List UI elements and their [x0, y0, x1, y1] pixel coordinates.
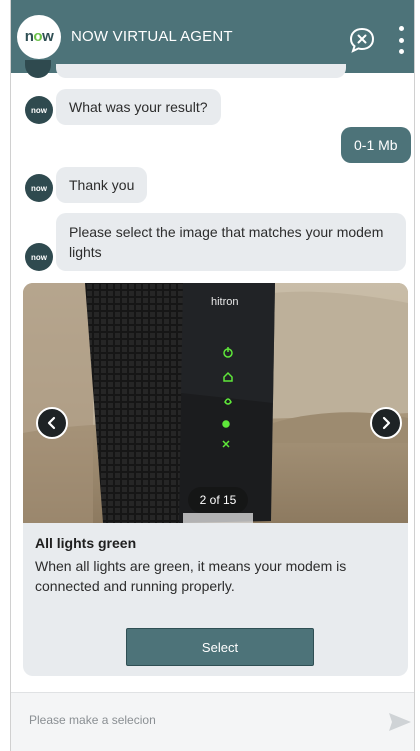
agent-message: What was your result? — [56, 89, 221, 125]
vertical-dots-icon[interactable] — [396, 26, 406, 54]
card-title: All lights green — [35, 535, 137, 551]
card-description: When all lights are green, it means your… — [35, 558, 347, 594]
header-title: NOW VIRTUAL AGENT — [71, 28, 233, 45]
select-button[interactable]: Select — [126, 628, 314, 666]
brand-label: hitron — [211, 296, 239, 308]
chat-window: now NOW VIRTUAL AGENT now What was your … — [10, 0, 415, 751]
agent-message: Please select the image that matches you… — [56, 213, 406, 271]
now-logo: now — [17, 14, 61, 59]
send-icon[interactable] — [388, 711, 412, 733]
agent-message: Thank you — [56, 167, 148, 203]
message-bubble — [56, 64, 346, 78]
chat-header: now NOW VIRTUAL AGENT — [11, 0, 414, 73]
user-message: 0-1 Mb — [341, 127, 411, 163]
avatar — [25, 60, 51, 78]
agent-avatar: now — [25, 96, 53, 124]
image-card: hitron 2 of 15 All lights green When all… — [23, 283, 408, 676]
agent-avatar: now — [25, 243, 53, 271]
image-counter: 2 of 15 — [188, 487, 248, 513]
agent-avatar: now — [25, 174, 53, 202]
message-composer — [11, 692, 414, 751]
chat-close-icon[interactable] — [348, 26, 376, 54]
modem-photo: hitron 2 of 15 — [23, 283, 408, 523]
chevron-left-icon[interactable] — [36, 407, 68, 439]
message-input[interactable] — [29, 713, 359, 727]
chevron-right-icon[interactable] — [370, 407, 402, 439]
